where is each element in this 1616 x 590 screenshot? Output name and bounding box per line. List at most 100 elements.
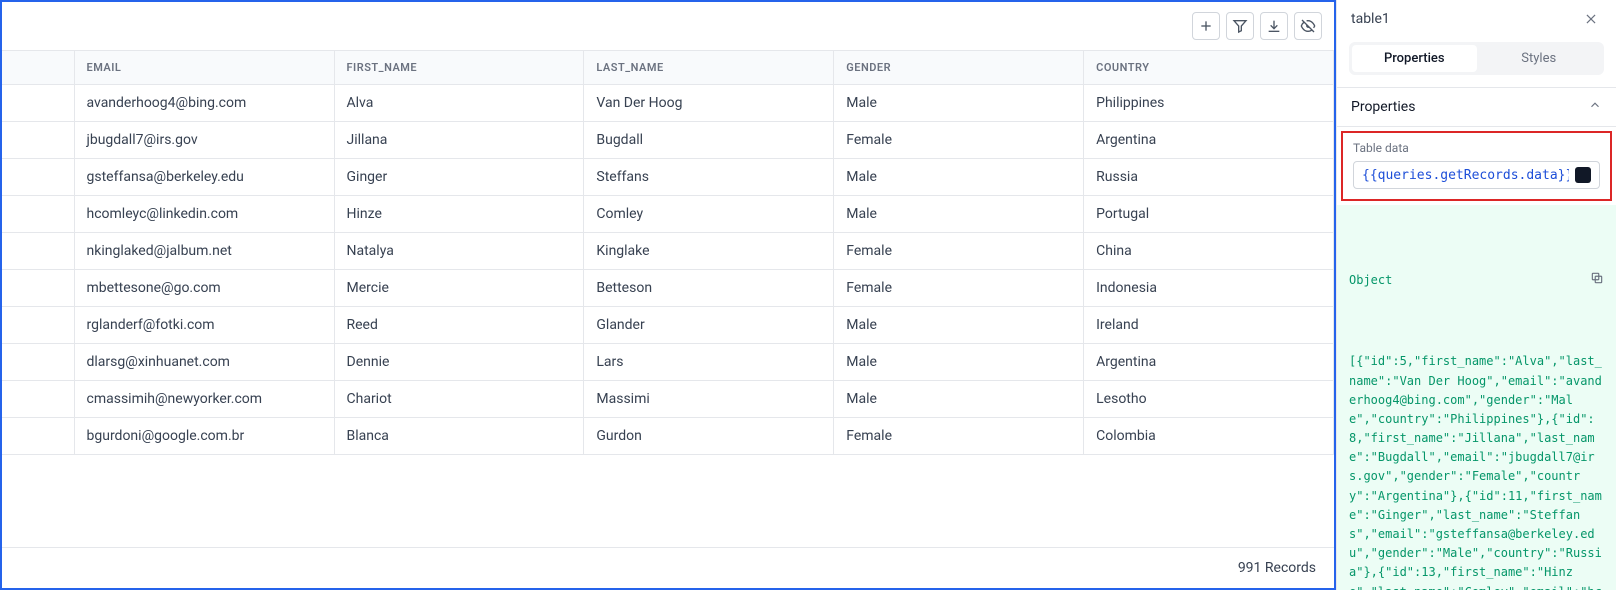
cell-first-name[interactable]: Ginger [334,159,584,196]
table-toolbar [2,2,1334,50]
add-button[interactable] [1192,12,1220,40]
column-header-first-name[interactable]: FIRST_NAME [334,51,584,85]
cell-gender[interactable]: Male [834,85,1084,122]
table-component[interactable]: EMAIL FIRST_NAME LAST_NAME GENDER COUNTR… [0,0,1336,590]
cell-gender[interactable]: Female [834,233,1084,270]
cell-last-name[interactable]: Lars [584,344,834,381]
cell-first-name[interactable]: Jillana [334,122,584,159]
cell-gender[interactable]: Female [834,122,1084,159]
cell-country[interactable]: Indonesia [1084,270,1334,307]
cell-last-name[interactable]: Gurdon [584,418,834,455]
column-header-country[interactable]: COUNTRY [1084,51,1334,85]
table-row[interactable]: rglanderf@fotki.comReedGlanderMaleIrelan… [2,307,1334,344]
table-row[interactable]: dlarsg@xinhuanet.comDennieLarsMaleArgent… [2,344,1334,381]
row-selector-cell[interactable] [2,85,74,122]
row-selector-cell[interactable] [2,344,74,381]
close-icon [1584,12,1598,26]
cell-country[interactable]: Ireland [1084,307,1334,344]
properties-section-label: Properties [1351,99,1415,115]
row-selector-cell[interactable] [2,196,74,233]
cell-email[interactable]: cmassimih@newyorker.com [74,381,334,418]
eye-off-icon [1300,18,1316,34]
cell-first-name[interactable]: Chariot [334,381,584,418]
table-row[interactable]: jbugdall7@irs.govJillanaBugdallFemaleArg… [2,122,1334,159]
row-selector-cell[interactable] [2,233,74,270]
cell-email[interactable]: dlarsg@xinhuanet.com [74,344,334,381]
cell-email[interactable]: rglanderf@fotki.com [74,307,334,344]
table-row[interactable]: gsteffansa@berkeley.eduGingerSteffansMal… [2,159,1334,196]
table-scroll-area[interactable]: EMAIL FIRST_NAME LAST_NAME GENDER COUNTR… [2,51,1334,547]
cell-country[interactable]: Russia [1084,159,1334,196]
cell-gender[interactable]: Male [834,344,1084,381]
cell-email[interactable]: avanderhoog4@bing.com [74,85,334,122]
inspector-panel: table1 Properties Styles Properties Tabl… [1336,0,1616,590]
cell-gender[interactable]: Male [834,159,1084,196]
cell-first-name[interactable]: Alva [334,85,584,122]
cell-email[interactable]: mbettesone@go.com [74,270,334,307]
row-selector-cell[interactable] [2,159,74,196]
table-header-row: EMAIL FIRST_NAME LAST_NAME GENDER COUNTR… [2,51,1334,85]
tab-properties[interactable]: Properties [1352,45,1477,72]
table-row[interactable]: nkinglaked@jalbum.netNatalyaKinglakeFema… [2,233,1334,270]
cell-country[interactable]: Philippines [1084,85,1334,122]
cell-email[interactable]: jbugdall7@irs.gov [74,122,334,159]
column-header-gender[interactable]: GENDER [834,51,1084,85]
table-row[interactable]: bgurdoni@google.com.brBlancaGurdonFemale… [2,418,1334,455]
plus-icon [1198,18,1214,34]
row-selector-cell[interactable] [2,270,74,307]
table-row[interactable]: cmassimih@newyorker.comChariotMassimiMal… [2,381,1334,418]
inspector-title: table1 [1351,11,1390,27]
cell-country[interactable]: Portugal [1084,196,1334,233]
cell-country[interactable]: Argentina [1084,344,1334,381]
column-header-last-name[interactable]: LAST_NAME [584,51,834,85]
cell-country[interactable]: Argentina [1084,122,1334,159]
cell-last-name[interactable]: Glander [584,307,834,344]
cell-last-name[interactable]: Betteson [584,270,834,307]
cell-gender[interactable]: Female [834,418,1084,455]
cell-last-name[interactable]: Steffans [584,159,834,196]
filter-button[interactable] [1226,12,1254,40]
row-selector-cell[interactable] [2,381,74,418]
cell-first-name[interactable]: Reed [334,307,584,344]
close-button[interactable] [1580,8,1602,30]
table-data-input[interactable]: {{queries.getRecords.data}} [1353,161,1600,189]
cell-last-name[interactable]: Comley [584,196,834,233]
cell-email[interactable]: hcomleyc@linkedin.com [74,196,334,233]
cell-gender[interactable]: Male [834,381,1084,418]
cell-last-name[interactable]: Van Der Hoog [584,85,834,122]
cell-country[interactable]: Colombia [1084,418,1334,455]
cell-last-name[interactable]: Massimi [584,381,834,418]
cell-gender[interactable]: Male [834,196,1084,233]
visibility-button[interactable] [1294,12,1322,40]
cell-gender[interactable]: Female [834,270,1084,307]
row-selector-cell[interactable] [2,122,74,159]
row-selector-cell[interactable] [2,307,74,344]
column-header-email[interactable]: EMAIL [74,51,334,85]
properties-section-header[interactable]: Properties [1337,87,1616,127]
cell-email[interactable]: bgurdoni@google.com.br [74,418,334,455]
cell-gender[interactable]: Male [834,307,1084,344]
cell-country[interactable]: China [1084,233,1334,270]
cell-first-name[interactable]: Hinze [334,196,584,233]
table-row[interactable]: mbettesone@go.comMercieBettesonFemaleInd… [2,270,1334,307]
fx-toggle[interactable] [1575,167,1591,183]
cell-first-name[interactable]: Blanca [334,418,584,455]
cell-email[interactable]: gsteffansa@berkeley.edu [74,159,334,196]
row-selector-cell[interactable] [2,418,74,455]
download-button[interactable] [1260,12,1288,40]
filter-icon [1232,18,1248,34]
cell-country[interactable]: Lesotho [1084,381,1334,418]
column-header-blank[interactable] [2,51,74,85]
cell-first-name[interactable]: Dennie [334,344,584,381]
table-row[interactable]: avanderhoog4@bing.comAlvaVan Der HoogMal… [2,85,1334,122]
cell-last-name[interactable]: Bugdall [584,122,834,159]
table-row[interactable]: hcomleyc@linkedin.comHinzeComleyMalePort… [2,196,1334,233]
cell-email[interactable]: nkinglaked@jalbum.net [74,233,334,270]
cell-last-name[interactable]: Kinglake [584,233,834,270]
tab-styles[interactable]: Styles [1477,45,1602,72]
copy-button[interactable] [1532,251,1604,310]
table-container: EMAIL FIRST_NAME LAST_NAME GENDER COUNTR… [2,50,1334,588]
cell-first-name[interactable]: Mercie [334,270,584,307]
cell-first-name[interactable]: Natalya [334,233,584,270]
data-table: EMAIL FIRST_NAME LAST_NAME GENDER COUNTR… [2,51,1334,455]
